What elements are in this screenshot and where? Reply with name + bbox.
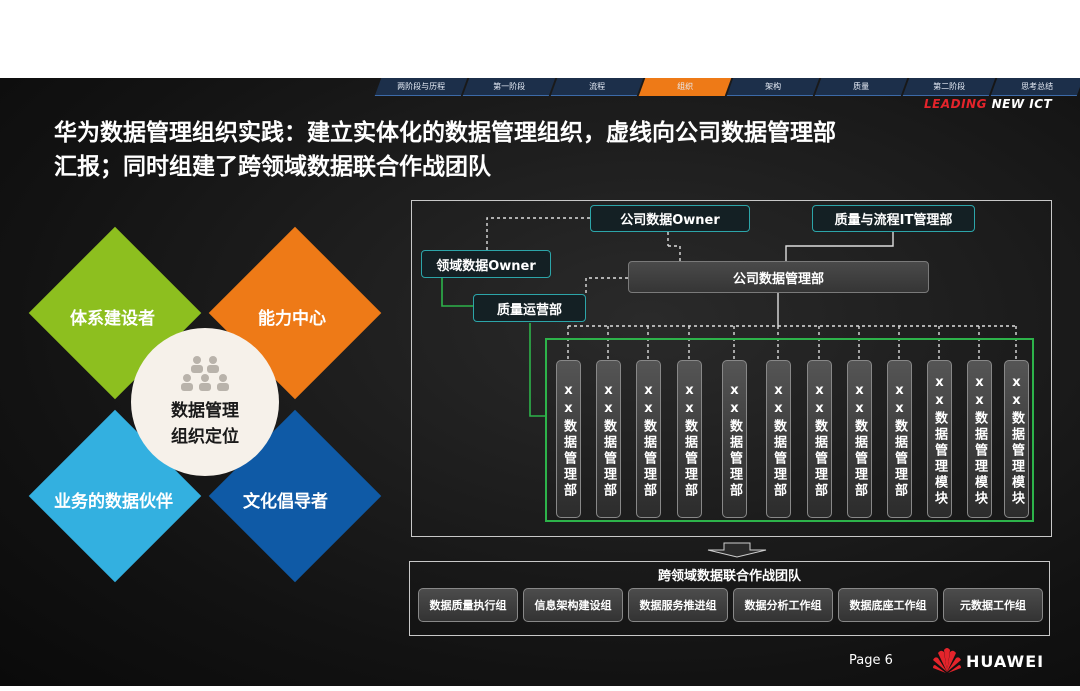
team-group-box: 元数据工作组 (943, 588, 1043, 622)
dept-module-column: xx数据管理模块 (927, 360, 952, 518)
dept-column: xx数据管理部 (636, 360, 661, 518)
dept-label: xx数据管理部 (727, 383, 742, 499)
dept-column: xx数据管理部 (596, 360, 621, 518)
dept-column: xx数据管理部 (807, 360, 832, 518)
page-number: Page 6 (849, 653, 893, 668)
dept-label: xx数据管理部 (892, 383, 907, 499)
team-group-box: 数据质量执行组 (418, 588, 518, 622)
quality-process-it-box: 质量与流程IT管理部 (812, 205, 975, 232)
dept-label: xx数据管理部 (812, 383, 827, 499)
dept-column: xx数据管理部 (887, 360, 912, 518)
domain-data-owner-box: 领域数据Owner (421, 250, 551, 278)
dept-label: xx数据管理模块 (932, 375, 947, 507)
huawei-wordmark: HUAWEI (966, 652, 1045, 671)
team-group-box: 数据服务推进组 (628, 588, 728, 622)
dept-label: xx数据管理部 (852, 383, 867, 499)
dept-column: xx数据管理部 (722, 360, 747, 518)
dept-column: xx数据管理部 (556, 360, 581, 518)
company-data-management-dept-box: 公司数据管理部 (628, 261, 929, 293)
joint-team-title: 跨领域数据联合作战团队 (657, 569, 801, 584)
dept-label: xx数据管理部 (771, 383, 786, 499)
dept-column: xx数据管理部 (677, 360, 702, 518)
slide: 两阶段与历程 第一阶段 流程 组织 架构 质量 第二阶段 思考总结 LEADIN… (0, 78, 1080, 686)
team-group-box: 信息架构建设组 (523, 588, 623, 622)
team-group-box: 数据底座工作组 (838, 588, 938, 622)
dept-label: xx数据管理模块 (972, 375, 987, 507)
dept-label: xx数据管理部 (641, 383, 656, 499)
dept-column: xx数据管理部 (766, 360, 791, 518)
dept-column: xx数据管理部 (847, 360, 872, 518)
dept-label: xx数据管理模块 (1009, 375, 1024, 507)
dept-module-column: xx数据管理模块 (1004, 360, 1029, 518)
dept-label: xx数据管理部 (682, 383, 697, 499)
dept-label: xx数据管理部 (561, 383, 576, 499)
down-arrow-icon (707, 542, 767, 558)
huawei-petal-logo-icon (933, 648, 961, 673)
team-group-box: 数据分析工作组 (733, 588, 833, 622)
company-data-owner-box: 公司数据Owner (590, 205, 750, 232)
dept-label: xx数据管理部 (601, 383, 616, 499)
dept-module-column: xx数据管理模块 (967, 360, 992, 518)
quality-operations-box: 质量运营部 (473, 294, 586, 322)
